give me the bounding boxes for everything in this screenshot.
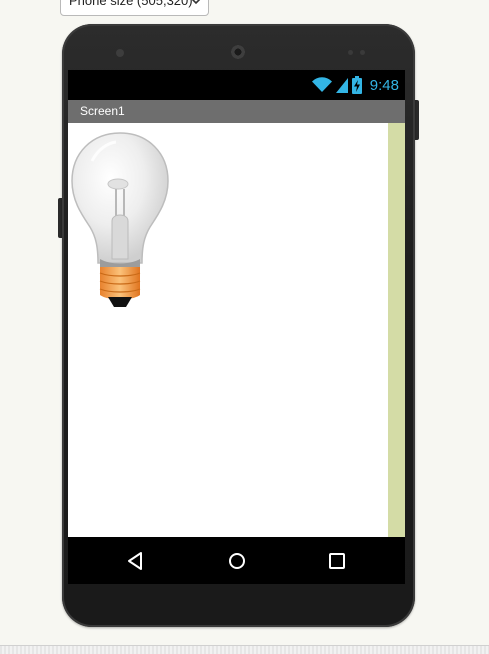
- proximity-sensor: [348, 50, 353, 55]
- screen-title: Screen1: [80, 104, 125, 118]
- designer-page: Phone size (505,320) 9:48 Screen1: [0, 0, 489, 654]
- status-clock: 9:48: [369, 76, 399, 94]
- lightbulb-image[interactable]: [70, 131, 170, 313]
- status-bar: 9:48: [68, 70, 405, 100]
- front-camera-icon: [230, 44, 246, 60]
- phone-speaker-dot: [116, 49, 124, 57]
- designer-bottom-border: [0, 645, 489, 654]
- navigation-bar: [68, 537, 405, 584]
- recents-square-icon[interactable]: [326, 550, 348, 572]
- back-triangle-icon[interactable]: [125, 550, 147, 572]
- phone-size-selected-label: Phone size (505,320): [69, 0, 193, 8]
- app-title-bar: Screen1: [68, 100, 405, 123]
- home-circle-icon[interactable]: [226, 550, 248, 572]
- status-icons: 9:48: [311, 75, 399, 95]
- screen-content: [68, 123, 405, 537]
- wifi-icon: [311, 77, 332, 92]
- signal-icon: [335, 78, 348, 93]
- phone-size-dropdown[interactable]: Phone size (505,320): [60, 0, 209, 16]
- light-sensor: [360, 50, 365, 55]
- chevron-down-icon: [191, 0, 201, 5]
- vertical-scrollbar[interactable]: [388, 123, 405, 537]
- battery-charging-icon: [351, 76, 362, 94]
- phone-screen: 9:48 Screen1: [68, 70, 405, 584]
